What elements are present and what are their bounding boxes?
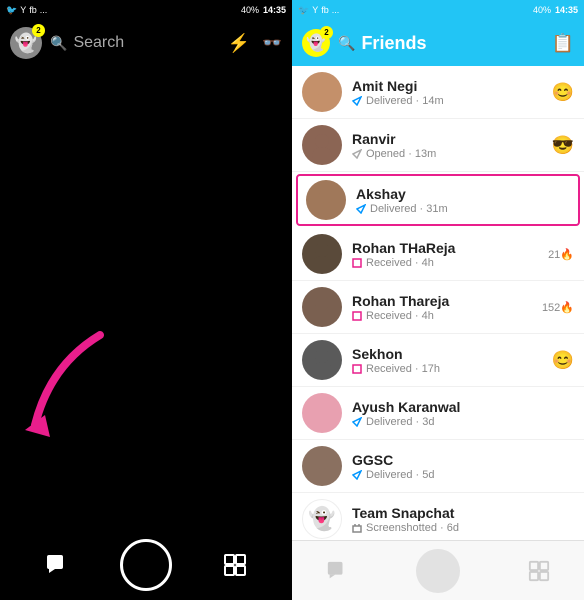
friend-avatar: [302, 446, 342, 486]
stories-tab[interactable]: [223, 553, 247, 577]
friend-info: Rohan Thareja Received · 4h: [352, 293, 532, 322]
arrow-indicator: [20, 325, 120, 450]
search-label: Search: [73, 34, 124, 52]
friend-name: Rohan THaReja: [352, 240, 538, 256]
friend-info: Ayush Karanwal Delivered · 3d: [352, 399, 574, 428]
list-item[interactable]: Ranvir Opened · 13m 😎: [292, 119, 584, 172]
friend-name: Sekhon: [352, 346, 542, 362]
y-icon: Y: [20, 5, 26, 15]
friend-name: Amit Negi: [352, 78, 542, 94]
friends-title: Friends: [361, 33, 426, 54]
friend-status: Delivered · 14m: [352, 95, 542, 107]
right-more-icon: ...: [332, 5, 340, 15]
friends-list: Amit Negi Delivered · 14m 😊 Ranvir Opened …: [292, 66, 584, 540]
friend-status: Delivered · 31m: [356, 203, 570, 215]
friend-info: GGSC Delivered · 5d: [352, 452, 574, 481]
friend-info: Rohan THaReja Received · 4h: [352, 240, 538, 269]
fb-icon: fb: [29, 5, 37, 15]
friend-avatar: [302, 125, 342, 165]
list-item[interactable]: Ayush Karanwal Delivered · 3d: [292, 387, 584, 440]
right-search-icon: 🔍: [338, 35, 355, 52]
list-item[interactable]: Rohan THaReja Received · 4h 21🔥: [292, 228, 584, 281]
friend-status: Received · 4h: [352, 310, 532, 322]
friend-name: GGSC: [352, 452, 574, 468]
right-status-icons: 🐦 Y fb ...: [298, 5, 339, 16]
friend-status: Delivered · 3d: [352, 416, 574, 428]
friend-avatar: [302, 340, 342, 380]
right-battery: 40%: [533, 5, 551, 15]
add-friends-icon[interactable]: 📋: [552, 33, 574, 54]
friend-avatar: [302, 287, 342, 327]
left-avatar-badge[interactable]: 👻 2: [10, 27, 42, 59]
right-avatar-badge[interactable]: 👻 2: [302, 29, 330, 57]
list-item[interactable]: Akshay Delivered · 31m: [296, 174, 580, 226]
capture-button[interactable]: [120, 539, 172, 591]
friend-status: Delivered · 5d: [352, 469, 574, 481]
left-notification-badge: 2: [32, 24, 45, 37]
friend-emoji: 😊: [552, 82, 574, 103]
friend-avatar: [302, 393, 342, 433]
friend-name: Ayush Karanwal: [352, 399, 574, 415]
friend-avatar: [302, 72, 342, 112]
chat-tab[interactable]: [45, 553, 69, 577]
right-fb-icon: fb: [321, 5, 329, 15]
left-bottom-bar: [0, 530, 292, 600]
right-header: 👻 2 🔍 Friends 📋: [292, 20, 584, 66]
twitter-icon: 🐦: [6, 5, 17, 16]
friend-status: Received · 4h: [352, 257, 538, 269]
bolt-icon[interactable]: ⚡: [228, 33, 250, 54]
list-item[interactable]: Rohan Thareja Received · 4h 152🔥: [292, 281, 584, 334]
friend-name: Akshay: [356, 186, 570, 202]
right-status-bar: 🐦 Y fb ... 40% 14:35: [292, 0, 584, 20]
list-item[interactable]: Amit Negi Delivered · 14m 😊: [292, 66, 584, 119]
friend-name: Ranvir: [352, 131, 542, 147]
friend-status: Screenshotted · 6d: [352, 522, 574, 534]
friend-status: Received · 17h: [352, 363, 542, 375]
friend-avatar: 👻: [302, 499, 342, 539]
list-item[interactable]: 👻 Team Snapchat Screenshotted · 6d: [292, 493, 584, 540]
friend-emoji: 😎: [552, 135, 574, 156]
friend-name: Team Snapchat: [352, 505, 574, 521]
friend-status: Opened · 13m: [352, 148, 542, 160]
right-bottom-bar: [292, 540, 584, 600]
list-item[interactable]: GGSC Delivered · 5d: [292, 440, 584, 493]
left-panel: 🐦 Y fb ... 40% 14:35 👻 2 🔍 Search ⚡ 👓: [0, 0, 292, 600]
left-status-icons: 🐦 Y fb ...: [6, 5, 47, 16]
friend-emoji: 😊: [552, 350, 574, 371]
right-twitter-icon: 🐦: [298, 5, 309, 16]
left-header-icons: ⚡ 👓: [228, 33, 282, 54]
right-panel: 🐦 Y fb ... 40% 14:35 👻 2 🔍 Friends 📋 Ami…: [292, 0, 584, 600]
friend-streak: 152🔥: [542, 301, 574, 314]
right-chat-tab[interactable]: [326, 560, 348, 582]
friend-name: Rohan Thareja: [352, 293, 532, 309]
search-icon: 🔍: [50, 35, 67, 52]
right-stories-tab[interactable]: [528, 560, 550, 582]
friend-avatar: [306, 180, 346, 220]
left-header: 👻 2 🔍 Search ⚡ 👓: [0, 20, 292, 66]
left-status-bar: 🐦 Y fb ... 40% 14:35: [0, 0, 292, 20]
friend-streak: 21🔥: [548, 248, 574, 261]
friend-info: Akshay Delivered · 31m: [356, 186, 570, 215]
right-time: 14:35: [555, 5, 578, 15]
friend-info: Sekhon Received · 17h: [352, 346, 542, 375]
spectacles-icon[interactable]: 👓: [262, 33, 282, 53]
friend-info: Amit Negi Delivered · 14m: [352, 78, 542, 107]
friend-info: Ranvir Opened · 13m: [352, 131, 542, 160]
left-time: 14:35: [263, 5, 286, 15]
list-item[interactable]: Sekhon Received · 17h 😊: [292, 334, 584, 387]
right-camera-placeholder: [416, 549, 460, 593]
more-icon: ...: [40, 5, 48, 15]
left-battery-icon: 40%: [241, 5, 259, 15]
right-title-area: 🔍 Friends: [338, 33, 544, 54]
friend-avatar: [302, 234, 342, 274]
left-search-bar[interactable]: 🔍 Search: [50, 34, 220, 52]
friend-info: Team Snapchat Screenshotted · 6d: [352, 505, 574, 534]
right-y-icon: Y: [312, 5, 318, 15]
right-notification-badge: 2: [320, 26, 333, 39]
camera-viewfinder: [0, 66, 292, 530]
